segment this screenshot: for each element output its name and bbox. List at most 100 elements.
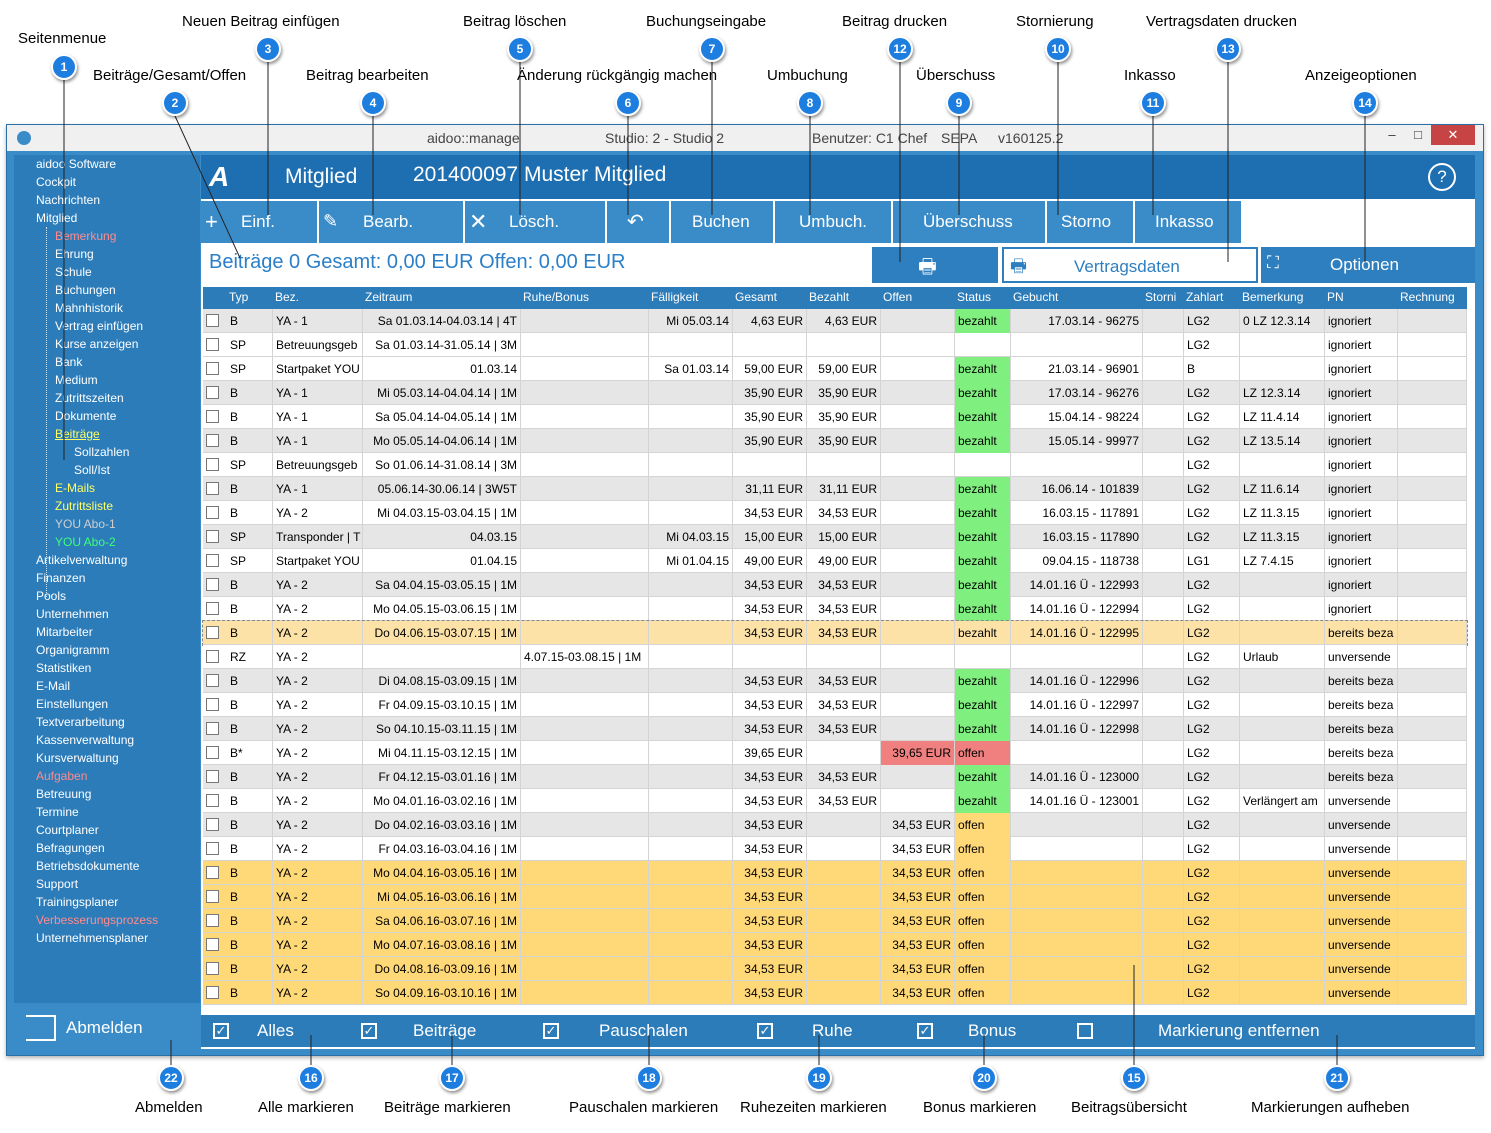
- row-checkbox[interactable]: [206, 362, 219, 375]
- table-row[interactable]: SP Startpaket YOU 01.03.14 Sa 01.03.14 59,00…: [203, 357, 1467, 381]
- row-checkbox[interactable]: [206, 578, 219, 591]
- row-checkbox[interactable]: [206, 938, 219, 951]
- delete-button[interactable]: ✕ Lösch.: [465, 201, 605, 243]
- table-row[interactable]: RZ YA - 2 4.07.15-03.08.15 | 1M LG2 Urlaub un…: [203, 645, 1467, 669]
- sidebar-item[interactable]: YOU Abo-2: [55, 535, 116, 549]
- check-contributions-icon[interactable]: ✓: [361, 1023, 377, 1039]
- column-header[interactable]: Ruhe/Bonus: [523, 290, 589, 304]
- sidebar-item[interactable]: Medium: [55, 373, 98, 387]
- sidebar-item[interactable]: Trainingsplaner: [36, 895, 118, 909]
- sidebar-item[interactable]: Schule: [55, 265, 92, 279]
- sidebar-item[interactable]: Courtplaner: [36, 823, 99, 837]
- table-row[interactable]: B YA - 2 Mi 04.05.16-03.06.16 | 1M 34,53 EU…: [203, 885, 1467, 909]
- insert-button[interactable]: + Einf.: [201, 201, 317, 243]
- column-header[interactable]: Bezahlt: [809, 290, 849, 304]
- edit-button[interactable]: ✎ Bearb.: [319, 201, 463, 243]
- storno-button[interactable]: Storno: [1047, 201, 1133, 243]
- sidebar-item[interactable]: Buchungen: [55, 283, 116, 297]
- table-row[interactable]: B YA - 2 Do 04.08.16-03.09.16 | 1M 34,53 EU…: [203, 957, 1467, 981]
- sidebar-item[interactable]: Zutrittsliste: [55, 499, 113, 513]
- rebook-button[interactable]: Umbuch.: [775, 201, 891, 243]
- table-row[interactable]: B YA - 2 Fr 04.09.15-03.10.15 | 1M 34,53 EU…: [203, 693, 1467, 717]
- sidebar-item[interactable]: Mitglied: [36, 211, 77, 225]
- row-checkbox[interactable]: [206, 602, 219, 615]
- sidebar-item[interactable]: Pools: [36, 589, 66, 603]
- remove-selection-button[interactable]: Markierung entfernen: [1158, 1021, 1320, 1041]
- table-row[interactable]: B YA - 2 Do 04.06.15-03.07.15 | 1M 34,53 EU…: [202, 620, 1468, 646]
- sidebar-item[interactable]: Termine: [36, 805, 79, 819]
- column-header[interactable]: Offen: [883, 290, 912, 304]
- sidebar-item[interactable]: Soll/Ist: [74, 463, 110, 477]
- check-flatrates-icon[interactable]: ✓: [543, 1023, 559, 1039]
- row-checkbox[interactable]: [206, 410, 219, 423]
- sidebar-item[interactable]: Kursverwaltung: [36, 751, 119, 765]
- table-row[interactable]: B YA - 2 Do 04.02.16-03.03.16 | 1M 34,53 EU…: [203, 813, 1467, 837]
- row-checkbox[interactable]: [206, 842, 219, 855]
- table-row[interactable]: B YA - 1 Mo 05.05.14-04.06.14 | 1M 35,90 EU…: [203, 429, 1467, 453]
- sidebar-item[interactable]: Ehrung: [55, 247, 94, 261]
- table-row[interactable]: B YA - 2 So 04.09.16-03.10.16 | 1M 34,53 EU…: [203, 981, 1467, 1005]
- book-button[interactable]: Buchen: [671, 201, 773, 243]
- table-row[interactable]: B YA - 2 Fr 04.03.16-03.04.16 | 1M 34,53 EU…: [203, 837, 1467, 861]
- row-checkbox[interactable]: [206, 458, 219, 471]
- sidebar-item[interactable]: Beiträge: [55, 427, 100, 441]
- sidebar-item[interactable]: E-Mails: [55, 481, 95, 495]
- row-checkbox[interactable]: [206, 482, 219, 495]
- row-checkbox[interactable]: [206, 530, 219, 543]
- sidebar-item[interactable]: E-Mail: [36, 679, 70, 693]
- check-all-icon[interactable]: ✓: [213, 1023, 229, 1039]
- sidebar-item[interactable]: Mahnhistorik: [55, 301, 123, 315]
- row-checkbox[interactable]: [206, 794, 219, 807]
- table-row[interactable]: SP Transponder | T 04.03.15 Mi 04.03.15 15,0…: [203, 525, 1467, 549]
- logout-button[interactable]: Abmelden: [14, 1007, 200, 1049]
- sidebar-item[interactable]: Bank: [55, 355, 82, 369]
- row-checkbox[interactable]: [206, 914, 219, 927]
- sidebar-item[interactable]: Einstellungen: [36, 697, 108, 711]
- sidebar-item[interactable]: Betreuung: [36, 787, 91, 801]
- sidebar-item[interactable]: Aufgaben: [36, 769, 87, 783]
- sidebar-item[interactable]: Betriebsdokumente: [36, 859, 139, 873]
- help-icon[interactable]: ?: [1428, 163, 1456, 191]
- sidebar-item[interactable]: Nachrichten: [36, 193, 100, 207]
- row-checkbox[interactable]: [206, 626, 219, 639]
- row-checkbox[interactable]: [206, 962, 219, 975]
- table-row[interactable]: B YA - 2 Mo 04.04.16-03.05.16 | 1M 34,53 EU…: [203, 861, 1467, 885]
- column-header[interactable]: Gesamt: [735, 290, 777, 304]
- sidebar-item[interactable]: Cockpit: [36, 175, 76, 189]
- table-row[interactable]: B* YA - 2 Mi 04.11.15-03.12.15 | 1M 39,65 E…: [203, 741, 1467, 765]
- table-row[interactable]: B YA - 1 Mi 05.03.14-04.04.14 | 1M 35,90 EU…: [203, 381, 1467, 405]
- sidebar-item[interactable]: Dokumente: [55, 409, 116, 423]
- options-button[interactable]: ⛶ Optionen: [1261, 247, 1475, 283]
- table-row[interactable]: B YA - 1 05.06.14-30.06.14 | 3W5T 31,11 EUR…: [203, 477, 1467, 501]
- row-checkbox[interactable]: [206, 674, 219, 687]
- sidebar-item[interactable]: Kassenverwaltung: [36, 733, 134, 747]
- column-header[interactable]: Zeitraum: [365, 290, 412, 304]
- sidebar-item[interactable]: Vertrag einfügen: [55, 319, 143, 333]
- select-all-button[interactable]: Alles: [257, 1021, 294, 1041]
- sidebar-item[interactable]: Sollzahlen: [74, 445, 129, 459]
- table-row[interactable]: B YA - 2 Fr 04.12.15-03.01.16 | 1M 34,53 EU…: [203, 765, 1467, 789]
- row-checkbox[interactable]: [206, 866, 219, 879]
- sidebar-item[interactable]: Finanzen: [36, 571, 85, 585]
- table-row[interactable]: B YA - 2 Sa 04.06.16-03.07.16 | 1M 34,53 EU…: [203, 909, 1467, 933]
- row-checkbox[interactable]: [206, 650, 219, 663]
- sidebar-item[interactable]: Artikelverwaltung: [36, 553, 127, 567]
- row-checkbox[interactable]: [206, 698, 219, 711]
- row-checkbox[interactable]: [206, 818, 219, 831]
- table-row[interactable]: B YA - 2 Sa 04.04.15-03.05.15 | 1M 34,53 EU…: [203, 573, 1467, 597]
- print-contribution-button[interactable]: 🖶: [872, 247, 998, 283]
- column-header[interactable]: Status: [957, 290, 991, 304]
- row-checkbox[interactable]: [206, 554, 219, 567]
- table-row[interactable]: SP Betreuungsgeb Sa 01.03.14-31.05.14 | 3M…: [203, 333, 1467, 357]
- sidebar-item[interactable]: YOU Abo-1: [55, 517, 116, 531]
- table-row[interactable]: SP Startpaket YOU 01.04.15 Mi 01.04.15 49,00…: [203, 549, 1467, 573]
- table-row[interactable]: B YA - 2 Di 04.08.15-03.09.15 | 1M 34,53 EU…: [203, 669, 1467, 693]
- sidebar-item[interactable]: Bemerkung: [55, 229, 116, 243]
- table-row[interactable]: B YA - 1 Sa 05.04.14-04.05.14 | 1M 35,90 EU…: [203, 405, 1467, 429]
- table-row[interactable]: B YA - 2 Mo 04.05.15-03.06.15 | 1M 34,53 EU…: [203, 597, 1467, 621]
- table-row[interactable]: SP Betreuungsgeb So 01.06.14-31.08.14 | 3M…: [203, 453, 1467, 477]
- row-checkbox[interactable]: [206, 386, 219, 399]
- row-checkbox[interactable]: [206, 986, 219, 999]
- select-flatrates-button[interactable]: Pauschalen: [599, 1021, 688, 1041]
- print-contract-button[interactable]: 🖶 Vertragsdaten: [1002, 247, 1258, 283]
